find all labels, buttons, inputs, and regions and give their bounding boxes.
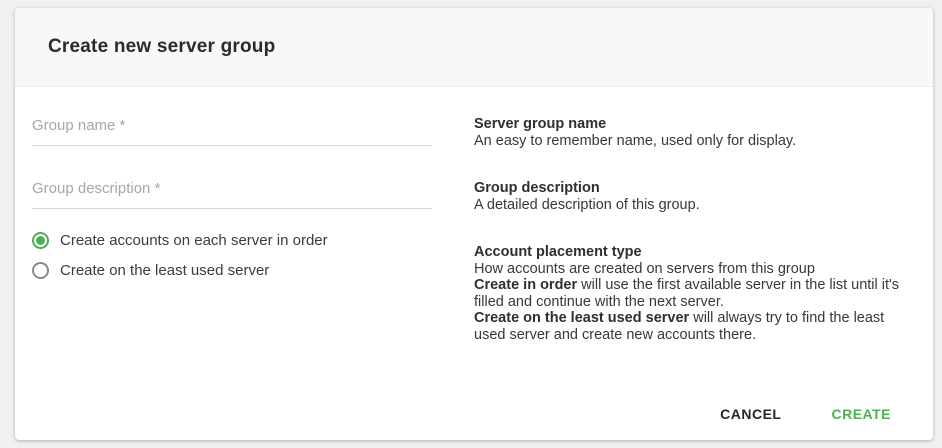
group-name-input[interactable]	[32, 113, 432, 146]
help-text: used server and create new accounts ther…	[474, 327, 912, 344]
create-button[interactable]: CREATE	[819, 398, 903, 430]
help-text: filled and continue with the next server…	[474, 294, 912, 311]
help-text: A detailed description of this group.	[474, 197, 912, 214]
create-server-group-dialog: Create new server group Create accounts …	[15, 8, 933, 440]
cancel-button[interactable]: CANCEL	[708, 398, 793, 430]
help-heading: Group description	[474, 180, 912, 197]
radio-option-least-used[interactable]: Create on the least used server	[32, 255, 432, 285]
radio-option-label: Create accounts on each server in order	[60, 232, 328, 249]
placement-radio-group: Create accounts on each server in order …	[32, 225, 432, 285]
dialog-title: Create new server group	[48, 36, 275, 58]
help-heading: Server group name	[474, 116, 912, 133]
help-section-group-description: Group description A detailed description…	[474, 180, 912, 213]
help-text: Create in order will use the first avail…	[474, 277, 912, 294]
help-heading: Account placement type	[474, 244, 912, 261]
dialog-body: Create accounts on each server in order …	[15, 87, 933, 343]
radio-button-icon[interactable]	[32, 232, 49, 249]
help-text: An easy to remember name, used only for …	[474, 133, 912, 150]
radio-option-label: Create on the least used server	[60, 262, 269, 279]
help-section-account-placement-type: Account placement type How accounts are …	[474, 244, 912, 343]
help-column: Server group name An easy to remember na…	[474, 87, 912, 343]
help-text: How accounts are created on servers from…	[474, 261, 912, 278]
radio-button-icon[interactable]	[32, 262, 49, 279]
form-column: Create accounts on each server in order …	[32, 87, 432, 343]
group-description-input[interactable]	[32, 176, 432, 209]
help-text: Create on the least used server will alw…	[474, 310, 912, 327]
radio-option-create-in-order[interactable]: Create accounts on each server in order	[32, 225, 432, 255]
dialog-footer: CANCEL CREATE	[15, 388, 933, 440]
help-section-server-group-name: Server group name An easy to remember na…	[474, 116, 912, 149]
dialog-header: Create new server group	[15, 8, 933, 87]
